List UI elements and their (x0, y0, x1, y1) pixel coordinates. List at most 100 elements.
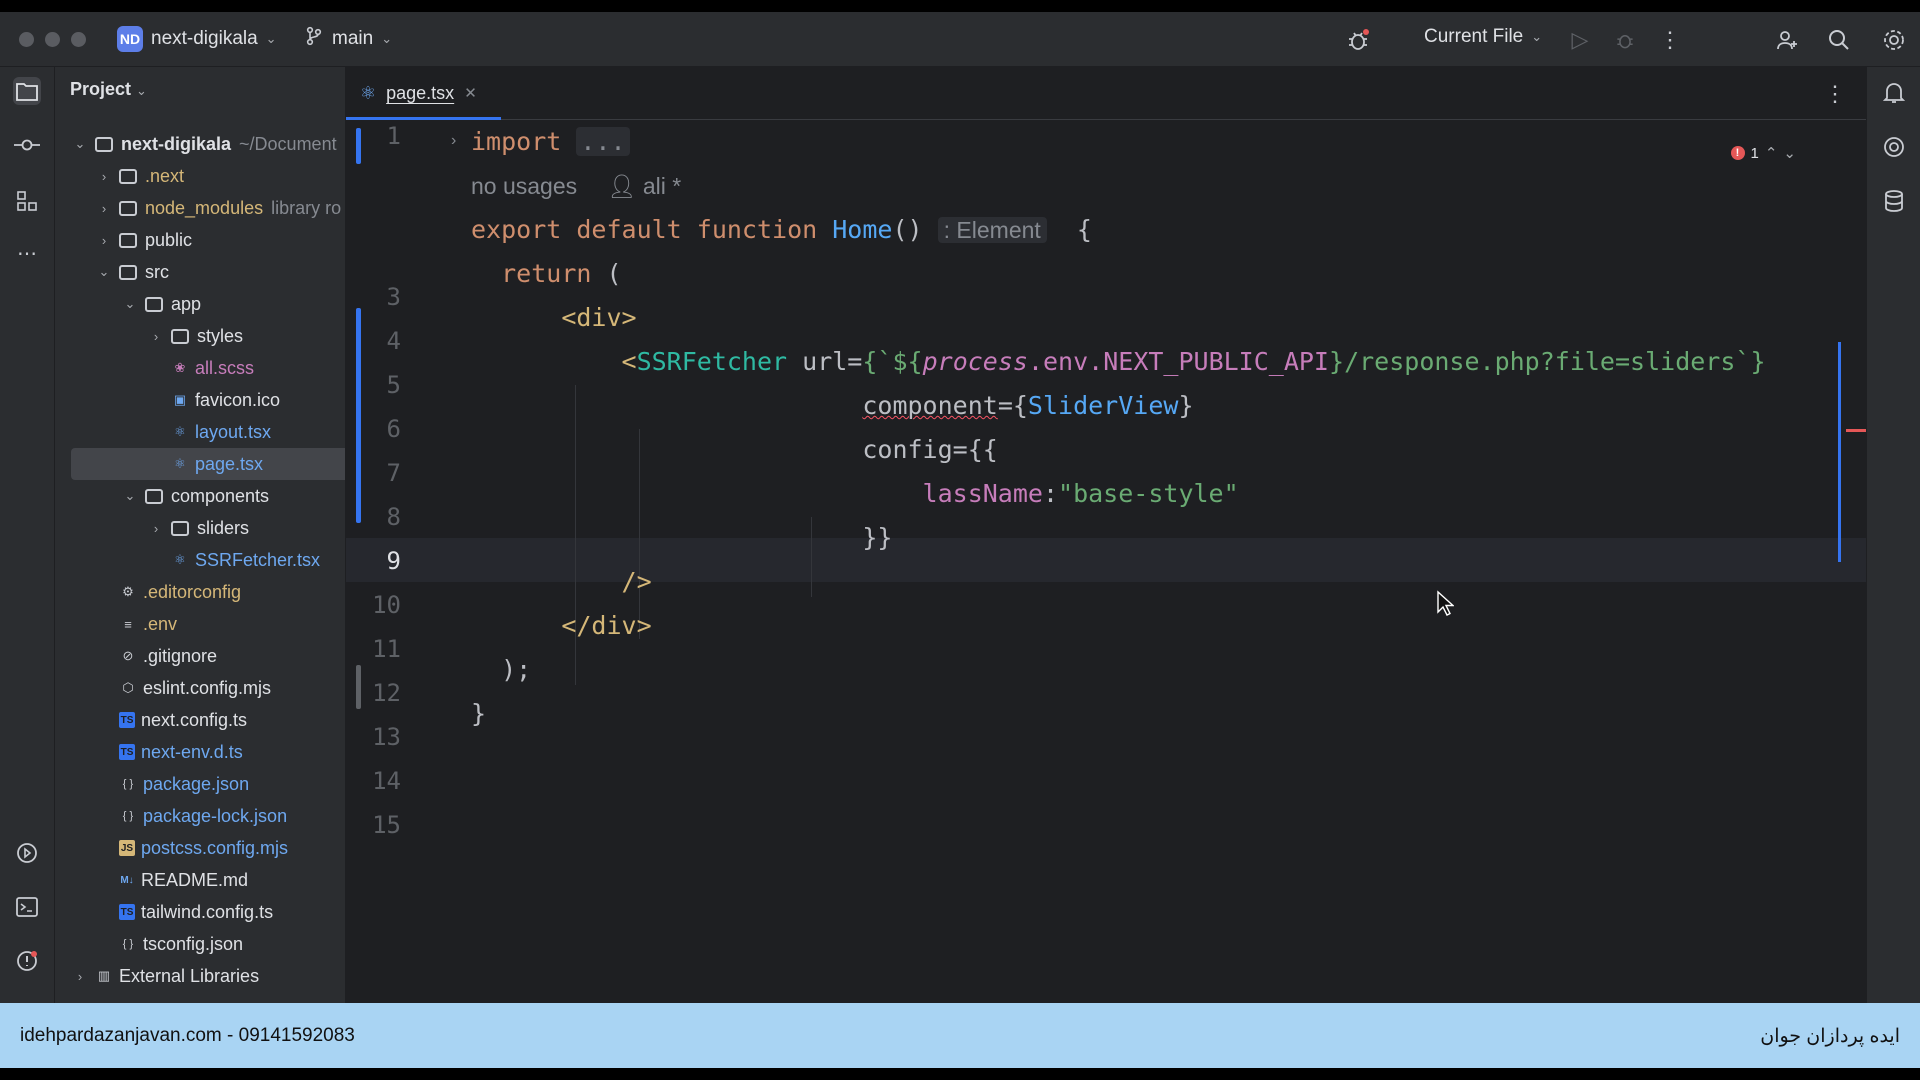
tree-item-all-scss[interactable]: ❀ all.scss (55, 352, 345, 384)
close-tab-icon[interactable]: ✕ (464, 84, 477, 102)
tree-item-external-libraries[interactable]: › ▥ External Libraries (55, 960, 345, 992)
tree-item-editorconfig[interactable]: ⚙ .editorconfig (55, 576, 345, 608)
gear-file-icon: ⚙ (122, 584, 134, 599)
tree-item-page-tsx[interactable]: ⚛ page.tsx (71, 448, 345, 480)
tree-root[interactable]: ⌄ next-digikala ~/Document (55, 128, 345, 160)
line-number: 4 (386, 327, 401, 355)
tree-item-ssrfetcher-tsx[interactable]: ⚛ SSRFetcher.tsx (55, 544, 345, 576)
run-configuration-selector[interactable]: Current File ⌄ (1424, 26, 1542, 48)
line-number: 3 (386, 283, 401, 311)
code-content[interactable]: import ... no usages 👤︎ ali * export def… (471, 120, 1866, 1003)
code-line-13: ); (471, 648, 531, 692)
tree-item-next-env-d-ts[interactable]: TS next-env.d.ts (55, 736, 345, 768)
code-line-1: import ... (471, 120, 630, 164)
tree-item-tsconfig-json[interactable]: { } tsconfig.json (55, 928, 345, 960)
run-icon[interactable]: ▷ (1566, 26, 1594, 54)
chevron-down-icon[interactable]: ⌄ (123, 488, 137, 504)
more-actions-icon[interactable]: ⋮ (1656, 26, 1684, 54)
tree-item-next-config-ts[interactable]: TS next.config.ts (55, 704, 345, 736)
notifications-bell-icon[interactable] (1880, 79, 1908, 107)
chevron-right-icon[interactable]: › (97, 201, 111, 216)
tree-item-label: .env (143, 613, 178, 634)
tree-item-public[interactable]: › public (55, 224, 345, 256)
tree-item-node-modules[interactable]: › node_modules library ro (55, 192, 345, 224)
inspection-widget[interactable]: ! 1 ⌃ ⌄ (1730, 144, 1796, 162)
ai-assistant-icon[interactable] (1880, 133, 1908, 161)
tree-item-label: next.config.ts (141, 709, 248, 730)
minimize-window-button[interactable] (45, 32, 60, 47)
tab-page-tsx[interactable]: ⚛ page.tsx ✕ (360, 67, 477, 119)
tree-item-layout-tsx[interactable]: ⚛ layout.tsx (55, 416, 345, 448)
tree-item-label: README.md (141, 869, 249, 890)
code-line-8: config={{ (471, 428, 997, 472)
tree-item-label: public (145, 229, 193, 250)
tree-item-sliders[interactable]: › sliders (55, 512, 345, 544)
tab-actions-icon[interactable]: ⋮ (1824, 81, 1846, 107)
chevron-right-icon[interactable]: › (97, 169, 111, 184)
branch-selector[interactable]: main ⌄ (304, 26, 392, 52)
line-number: 7 (386, 459, 401, 487)
project-panel-header[interactable]: Project ⌄ (70, 79, 147, 100)
tree-item-components[interactable]: ⌄ components (55, 480, 345, 512)
settings-gear-icon[interactable] (1880, 26, 1908, 54)
structure-icon[interactable] (13, 187, 41, 215)
tree-item-tailwind-config-ts[interactable]: TS tailwind.config.ts (55, 896, 345, 928)
tree-item-favicon-ico[interactable]: ▣ favicon.ico (55, 384, 345, 416)
commit-icon[interactable] (13, 131, 41, 159)
tree-item-src[interactable]: ⌄ src (55, 256, 345, 288)
code-token: ); (501, 655, 532, 684)
tree-item-app[interactable]: ⌄ app (55, 288, 345, 320)
author-hint[interactable]: 👤︎ ali * (607, 173, 681, 199)
tree-item-gitignore[interactable]: ⊘ .gitignore (55, 640, 345, 672)
tree-item-package-json[interactable]: { } package.json (55, 768, 345, 800)
project-panel-title: Project (70, 79, 132, 99)
line-number: 5 (386, 371, 401, 399)
tree-item-styles[interactable]: › styles (55, 320, 345, 352)
zoom-window-button[interactable] (71, 32, 86, 47)
chevron-right-icon[interactable]: › (149, 329, 163, 344)
code-token: .env. (1027, 347, 1104, 376)
tree-item-package-lock-json[interactable]: { } package-lock.json (55, 800, 345, 832)
code-token: {`${ (862, 347, 923, 376)
tree-item-label: tailwind.config.ts (141, 901, 274, 922)
previous-error-icon[interactable]: ⌃ (1765, 144, 1778, 162)
terminal-icon[interactable] (13, 893, 41, 921)
services-run-icon[interactable] (13, 839, 41, 867)
debug-bug-icon[interactable] (1344, 26, 1372, 54)
fold-chevron-icon[interactable]: › (451, 132, 456, 150)
add-user-icon[interactable] (1773, 26, 1801, 54)
close-window-button[interactable] (19, 32, 34, 47)
code-line-5: <div> (471, 296, 636, 340)
tree-item-env[interactable]: ≡ .env (55, 608, 345, 640)
folder-icon (119, 200, 137, 216)
error-stripe-marker[interactable] (1846, 429, 1866, 432)
tree-item-label: package.json (143, 773, 250, 794)
next-error-icon[interactable]: ⌄ (1783, 144, 1796, 162)
chevron-right-icon[interactable]: › (149, 521, 163, 536)
usages-hint[interactable]: no usages (471, 173, 577, 199)
usage-hint: no usages 👤︎ ali * (471, 164, 681, 208)
debug-icon[interactable] (1611, 26, 1639, 54)
react-file-icon: ⚛ (174, 424, 186, 439)
tree-item-next[interactable]: › .next (55, 160, 345, 192)
problems-icon[interactable] (13, 947, 41, 975)
chevron-right-icon[interactable]: › (97, 233, 111, 248)
folded-imports[interactable]: ... (576, 127, 630, 156)
search-icon[interactable] (1825, 26, 1853, 54)
folder-icon (171, 520, 189, 536)
project-folder-icon[interactable] (13, 77, 41, 105)
chevron-down-icon[interactable]: ⌄ (123, 296, 137, 312)
line-number: 15 (372, 811, 401, 839)
tree-item-eslint-config-mjs[interactable]: ⬡ eslint.config.mjs (55, 672, 345, 704)
chevron-right-icon[interactable]: › (73, 969, 87, 984)
tree-item-postcss-config-mjs[interactable]: JS postcss.config.mjs (55, 832, 345, 864)
database-icon[interactable] (1880, 187, 1908, 215)
chevron-down-icon[interactable]: ⌄ (97, 264, 111, 280)
more-tools-icon[interactable]: ⋯ (13, 239, 41, 267)
code-line-7: component={SliderView} (471, 384, 1193, 428)
project-selector[interactable]: ND next-digikala ⌄ (117, 26, 277, 52)
code-line-14: } (471, 692, 486, 736)
json-file-icon: { } (122, 778, 134, 790)
code-token: < (621, 347, 637, 376)
tree-item-readme-md[interactable]: M↓ README.md (55, 864, 345, 896)
